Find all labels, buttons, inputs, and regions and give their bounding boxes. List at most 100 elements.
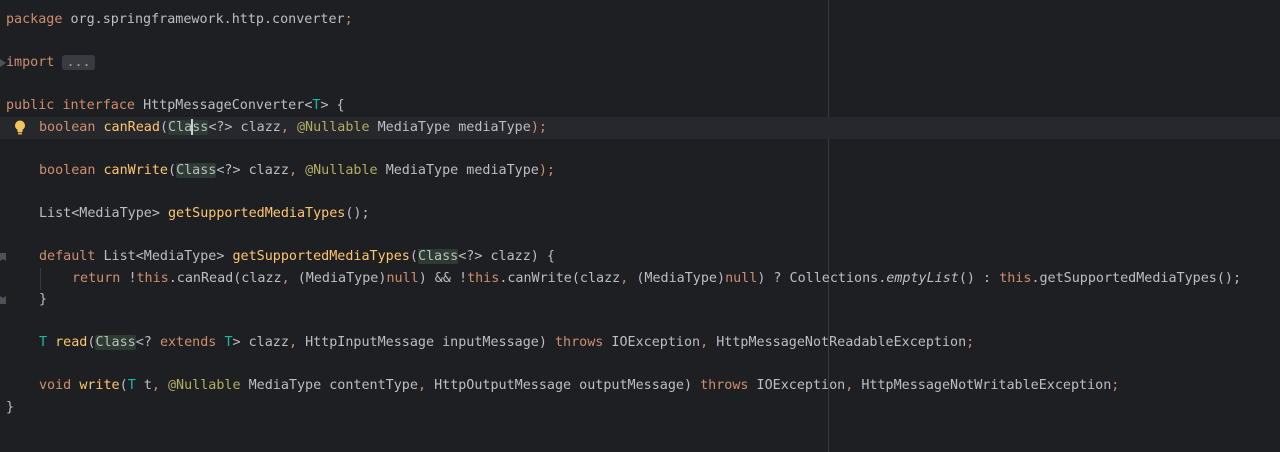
cast: (MediaType)	[297, 271, 387, 286]
punctuation: ,	[620, 271, 629, 286]
code-line-1[interactable]: package org.springframework.http.convert…	[0, 9, 1280, 31]
code-line-6-current[interactable]: boolean canRead(Class<?> clazz, @Nullabl…	[0, 117, 1280, 139]
annotation: @Nullable	[168, 378, 241, 393]
return-type: List<MediaType>	[103, 249, 225, 264]
type-parameter: T	[224, 335, 233, 350]
punctuation: ,	[280, 120, 289, 135]
keyword: interface	[62, 98, 135, 113]
folded-imports-chip[interactable]: ...	[62, 55, 95, 70]
keyword: null	[386, 271, 419, 286]
keyword: package	[6, 12, 63, 27]
call: .getSupportedMediaTypes();	[1031, 271, 1242, 286]
code-line-18[interactable]: void write(T t, @Nullable MediaType cont…	[0, 375, 1280, 397]
closing-brace: }	[6, 400, 15, 415]
punctuation: ,	[288, 163, 297, 178]
keyword: this	[999, 271, 1032, 286]
call: .canWrite(clazz	[499, 271, 621, 286]
annotation: @Nullable	[297, 120, 370, 135]
punctuation: ;	[1111, 378, 1120, 393]
code-line-5[interactable]: public interface HttpMessageConverter<T>…	[0, 95, 1280, 117]
method-name: getSupportedMediaTypes	[168, 206, 346, 221]
keyword: boolean	[39, 163, 96, 178]
annotation: @Nullable	[305, 163, 378, 178]
class-name: Class	[176, 163, 217, 178]
operator: ) ? Collections.	[757, 271, 887, 286]
class-name-part: Cla	[168, 120, 193, 135]
keyword: extends	[159, 335, 217, 350]
punctuation: (	[168, 163, 177, 178]
package-name: org.springframework.http.converter	[70, 12, 345, 27]
code-line-10[interactable]: List<MediaType> getSupportedMediaTypes()…	[0, 203, 1280, 225]
code-editor[interactable]: package org.springframework.http.convert…	[0, 0, 1280, 452]
class-name: Class	[95, 335, 136, 350]
parameter: <?> clazz) {	[458, 249, 555, 264]
parameter: t	[143, 378, 152, 393]
punctuation: ,	[288, 335, 297, 350]
exception-type: IOException	[756, 378, 846, 393]
punctuation: (	[159, 120, 168, 135]
code-line-16[interactable]: T read(Class<? extends T> clazz, HttpInp…	[0, 332, 1280, 354]
keyword: import	[6, 55, 55, 70]
method-name: write	[79, 378, 120, 393]
call: .canRead(clazz	[168, 271, 282, 286]
code-line-8[interactable]: boolean canWrite(Class<?> clazz, @Nullab…	[0, 160, 1280, 182]
keyword: return	[72, 271, 121, 286]
parameter: HttpInputMessage inputMessage)	[305, 335, 547, 350]
method-name: canWrite	[103, 163, 169, 178]
keyword: boolean	[39, 120, 96, 135]
keyword: void	[39, 378, 72, 393]
code-line-14[interactable]: }	[0, 289, 1280, 311]
punctuation: ;	[344, 12, 353, 27]
keyword: throws	[700, 378, 749, 393]
type-parameter: T	[127, 378, 136, 393]
cast: (MediaType)	[636, 271, 726, 286]
punctuation: (	[409, 249, 418, 264]
punctuation: ,	[281, 271, 290, 286]
closing-brace: }	[39, 292, 48, 307]
code-line-3[interactable]: import ...	[0, 52, 1280, 74]
parameter: MediaType mediaType	[385, 163, 539, 178]
punctuation: ,	[845, 378, 854, 393]
operator: () :	[958, 271, 1000, 286]
code-line-12[interactable]: default List<MediaType> getSupportedMedi…	[0, 246, 1280, 268]
punctuation: );	[538, 163, 555, 178]
method-name: getSupportedMediaTypes	[232, 249, 410, 264]
punctuation: ,	[151, 378, 160, 393]
parameter: MediaType mediaType	[377, 120, 531, 135]
punctuation: ();	[345, 206, 370, 221]
method-name: read	[55, 335, 88, 350]
exception-type: HttpMessageNotWritableException	[861, 378, 1112, 393]
fold-marker-icon[interactable]	[0, 253, 6, 261]
type-parameter: T	[39, 335, 48, 350]
code-line-19[interactable]: }	[0, 397, 1280, 419]
return-type: List<MediaType>	[39, 206, 160, 221]
interface-name: HttpMessageConverter	[143, 98, 305, 113]
operator: ) && !	[418, 271, 468, 286]
operator: !	[128, 271, 137, 286]
parameter: <?> clazz	[216, 163, 289, 178]
parameter: <?> clazz	[208, 120, 281, 135]
highlighted-class: Class	[168, 119, 209, 135]
static-method: emptyList	[886, 271, 959, 286]
keyword: this	[467, 271, 500, 286]
method-name: canRead	[103, 120, 160, 135]
lightbulb-icon[interactable]	[14, 120, 26, 135]
punctuation: ;	[966, 335, 975, 350]
fold-marker-icon[interactable]	[0, 296, 6, 304]
punctuation: ,	[700, 335, 709, 350]
punctuation: <?	[135, 335, 152, 350]
punctuation: );	[530, 120, 547, 135]
exception-type: HttpMessageNotReadableException	[716, 335, 967, 350]
parameter: > clazz	[232, 335, 289, 350]
punctuation: (	[119, 378, 128, 393]
class-name: Class	[417, 249, 459, 264]
punctuation: ,	[417, 378, 426, 393]
punctuation: > {	[320, 98, 345, 113]
parameter: MediaType contentType	[248, 378, 418, 393]
exception-type: IOException	[611, 335, 701, 350]
keyword: public	[6, 98, 55, 113]
class-name-part: ss	[192, 120, 209, 135]
keyword: this	[136, 271, 169, 286]
keyword: null	[725, 271, 758, 286]
code-line-13[interactable]: return !this.canRead(clazz, (MediaType)n…	[0, 268, 1280, 290]
